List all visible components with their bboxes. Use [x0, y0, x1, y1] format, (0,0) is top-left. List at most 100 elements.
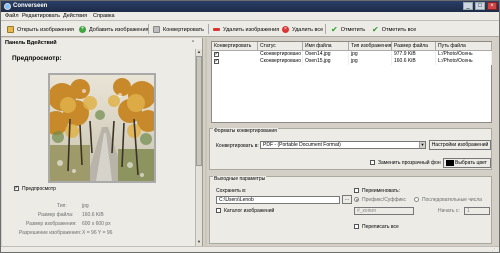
status-bar: ⋰	[1, 246, 499, 252]
remove-all-label: Удалить все	[292, 26, 324, 33]
row-status: Сконвертировано	[260, 58, 303, 65]
imagesize-value: 600 x 600 px	[82, 221, 111, 227]
folder-icon	[7, 26, 14, 33]
convert-button[interactable]: Конвертировать	[153, 24, 204, 35]
imagesize-label: Размер изображения:	[26, 221, 77, 227]
formats-group-title: Форматы конвертирования	[213, 128, 278, 134]
col-convert[interactable]: Конвертировать	[212, 42, 258, 51]
scrollbar-thumb[interactable]	[196, 56, 202, 166]
images-table: Конвертировать Статус Имя файла Тип изоб…	[211, 41, 492, 123]
row-size: 160.6 KiB	[392, 58, 436, 65]
pattern-input[interactable]: #_копия	[354, 207, 414, 215]
chevron-down-icon: ▼	[419, 142, 425, 148]
menu-help[interactable]: Справка	[93, 13, 115, 20]
convert-to-label: Конвертировать в:	[216, 143, 259, 149]
formats-group: Форматы конвертирования Конвертировать в…	[209, 128, 492, 170]
toolbar-separator	[208, 24, 209, 34]
panel-scrollbar[interactable]: ▲ ▼	[195, 49, 202, 246]
remove-all-icon: ×	[282, 26, 289, 33]
check-all-button[interactable]: ✔ Отметить все	[372, 24, 416, 35]
toolbar-separator	[148, 24, 149, 34]
scroll-down-icon[interactable]: ▼	[196, 239, 202, 245]
row-filename: Osen14.jpg	[303, 51, 349, 58]
app-icon	[4, 3, 11, 10]
preview-checkbox[interactable]	[14, 185, 19, 191]
col-type[interactable]: Тип изображения	[349, 42, 392, 51]
overwrite-all-label: Переписать все	[362, 224, 399, 230]
choose-color-button[interactable]: Выбрать цвет	[443, 158, 491, 168]
row-status: Сконвертировано	[260, 51, 303, 58]
rename-checkbox[interactable]	[354, 188, 359, 193]
prefix-suffix-radio[interactable]	[354, 197, 359, 202]
image-settings-button[interactable]: Настройки изображений	[429, 140, 491, 150]
col-path[interactable]: Путь файла	[436, 42, 492, 51]
type-value: jpg	[82, 203, 89, 209]
app-window: Converseen _ □ × Файл Редактировать Дейс…	[0, 0, 500, 253]
maximize-button[interactable]: □	[475, 2, 485, 10]
convert-label: Конвертировать	[163, 26, 205, 33]
scroll-up-icon[interactable]: ▲	[196, 49, 202, 55]
save-in-label: Сохранить в:	[216, 188, 247, 194]
row-checkbox[interactable]	[214, 58, 219, 64]
resolution-label: Разрешение изображения:	[19, 230, 82, 236]
remove-images-button[interactable]: Удалить изображения	[213, 24, 279, 35]
start-spinbox[interactable]: 1	[464, 207, 490, 215]
resolution-value: X = 96 Y = 96	[82, 230, 113, 236]
menu-actions[interactable]: Действия	[63, 13, 87, 20]
minimize-button[interactable]: _	[463, 2, 473, 10]
col-status[interactable]: Статус	[258, 42, 303, 51]
add-image-label: Добавить изображения	[89, 26, 149, 33]
replace-transparent-checkbox[interactable]	[370, 160, 375, 165]
output-group: Выходные параметры Сохранить в: C:\Users…	[209, 176, 492, 244]
progressive-radio[interactable]	[414, 197, 419, 202]
overwrite-all-checkbox[interactable]	[354, 224, 359, 229]
save-path-input[interactable]: C:\Users\Lenob	[216, 196, 340, 204]
convert-icon	[153, 26, 160, 33]
preview-checkbox-label: Предпросмотр	[22, 186, 56, 192]
check-label: Отметить	[340, 26, 366, 33]
images-dir-checkbox[interactable]	[216, 208, 221, 213]
check-all-label: Отметить все	[381, 26, 417, 33]
menu-file[interactable]: Файл	[5, 13, 19, 20]
actions-panel: Панель Вдействий ▫ Предпросмотр: ✓ Предп…	[2, 38, 203, 246]
autumn-park-image	[44, 75, 159, 181]
row-size: 977.9 KiB	[392, 51, 436, 58]
progressive-label: Последовательные числа	[422, 197, 482, 203]
row-path: L:/Photo/Осень	[436, 51, 492, 58]
menu-edit[interactable]: Редактировать	[22, 13, 60, 20]
type-label: Тип:	[57, 203, 67, 209]
remove-all-button[interactable]: × Удалить все	[282, 24, 323, 35]
toolbar: Открыть изображения + Добавить изображен…	[1, 21, 499, 37]
add-image-button[interactable]: + Добавить изображения	[79, 24, 149, 35]
close-button[interactable]: ×	[487, 2, 497, 10]
start-value: 1	[467, 208, 470, 214]
prefix-suffix-label: Префикс/Суффикс	[362, 197, 407, 203]
add-icon: +	[79, 26, 86, 33]
col-size[interactable]: Размер файла	[392, 42, 436, 51]
check-button[interactable]: ✔ Отметить	[331, 24, 365, 35]
col-filename[interactable]: Имя файла	[303, 42, 349, 51]
row-type: jpg	[349, 58, 392, 65]
preview-image	[44, 73, 159, 183]
choose-color-label: Выбрать цвет	[455, 160, 487, 166]
remove-icon	[213, 28, 220, 31]
replace-transparent-label: Заменить прозрачный фон	[378, 160, 441, 166]
start-label: Начать с:	[438, 208, 460, 214]
open-images-button[interactable]: Открыть изображения	[7, 24, 74, 35]
splitter[interactable]	[205, 38, 207, 246]
window-title: Converseen	[13, 3, 48, 9]
row-filename: Osen15.jpg	[303, 58, 349, 65]
output-group-title: Выходные параметры	[213, 176, 267, 182]
panel-close-icon[interactable]: ▫	[192, 39, 194, 45]
format-select-value: PDF - (Portable Document Format)	[263, 142, 341, 148]
row-path: L:/Photo/Осень	[436, 58, 492, 65]
filesize-value: 160.6 KiB	[82, 212, 104, 218]
images-dir-label: Каталог изображений	[224, 208, 275, 214]
toolbar-separator	[325, 24, 326, 34]
browse-button[interactable]: ...	[342, 195, 352, 204]
row-checkbox[interactable]	[214, 51, 219, 57]
format-select[interactable]: PDF - (Portable Document Format) ▼	[260, 141, 426, 149]
resize-grip-icon[interactable]: ⋰	[492, 247, 497, 252]
panel-title: Панель Вдействий	[5, 40, 57, 46]
rename-label: Переименовать:	[362, 188, 401, 194]
